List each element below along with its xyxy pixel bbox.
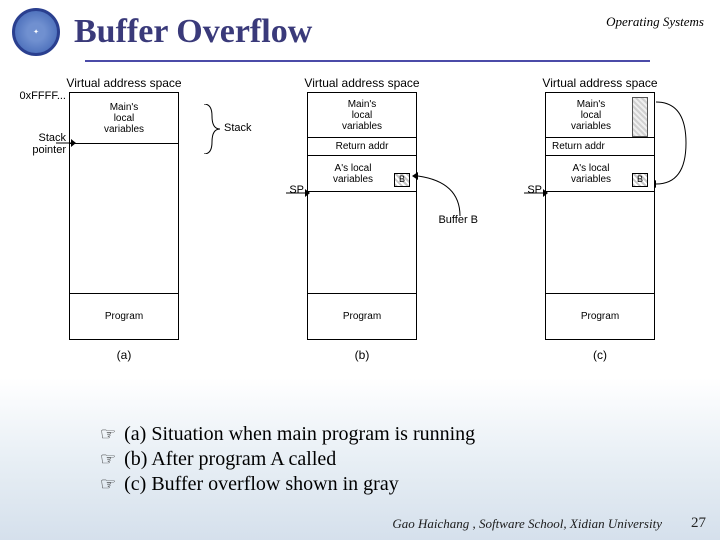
region-empty — [308, 191, 416, 293]
pointing-hand-icon: ☞ — [100, 474, 116, 495]
figure: Virtual address space Main'slocalvariabl… — [6, 76, 714, 396]
region-return-addr: Return addr — [546, 137, 654, 155]
vas-label: Virtual address space — [252, 76, 472, 90]
course-label: Operating Systems — [606, 14, 704, 30]
sp-arrow-c — [524, 188, 548, 198]
bullet-list: ☞(a) Situation when main program is runn… — [100, 421, 475, 498]
vas-label: Virtual address space — [490, 76, 710, 90]
overflow-area — [632, 97, 648, 137]
region-main-vars: Main'slocalvariables — [308, 93, 416, 137]
university-logo: ✦ — [12, 8, 60, 56]
panel-b: Virtual address space Main'slocalvariabl… — [252, 76, 472, 362]
vas-label: Virtual address space — [14, 76, 234, 90]
panel-a: Virtual address space Main'slocalvariabl… — [14, 76, 234, 362]
stack-box-b: Main'slocalvariables Return addr A's loc… — [307, 92, 417, 340]
region-a-vars: A's localvariables B — [308, 155, 416, 191]
panel-c: Virtual address space Main'slocalvariabl… — [490, 76, 710, 362]
slide-title: Buffer Overflow — [74, 13, 312, 51]
overflow-curve-arrow — [652, 100, 688, 186]
region-empty — [70, 143, 178, 293]
hex-top-label: 0xFFFF... — [10, 90, 66, 102]
region-empty — [546, 191, 654, 293]
stack-box-c: Main'slocalvariables Return addr A's loc… — [545, 92, 655, 340]
stack-box-a: Main'slocalvariables Program — [69, 92, 179, 340]
pointing-hand-icon: ☞ — [100, 424, 116, 445]
bullet-c: ☞(c) Buffer overflow shown in gray — [100, 473, 475, 496]
footer-credit: Gao Haichang , Software School, Xidian U… — [392, 516, 662, 532]
region-return-addr: Return addr — [308, 137, 416, 155]
caption-a: (a) — [14, 348, 234, 362]
region-program: Program — [308, 293, 416, 339]
buffer-b-box: B — [632, 173, 648, 187]
region-main-vars: Main'slocalvariables — [70, 93, 178, 143]
sp-arrow-b — [286, 188, 310, 198]
region-a-vars: A's localvariables B — [546, 155, 654, 191]
caption-b: (b) — [252, 348, 472, 362]
bullet-b: ☞(b) After program A called — [100, 448, 475, 471]
stack-brace-label: Stack — [202, 104, 224, 157]
pointing-hand-icon: ☞ — [100, 449, 116, 470]
buffer-b-box: B — [394, 173, 410, 187]
caption-c: (c) — [490, 348, 710, 362]
page-number: 27 — [691, 515, 706, 532]
bullet-a: ☞(a) Situation when main program is runn… — [100, 423, 475, 446]
title-underline — [85, 60, 650, 62]
region-program: Program — [546, 293, 654, 339]
sp-arrow-a — [56, 138, 76, 148]
buffer-b-pointer — [412, 172, 462, 222]
region-main-vars: Main'slocalvariables — [546, 93, 654, 137]
region-program: Program — [70, 293, 178, 339]
